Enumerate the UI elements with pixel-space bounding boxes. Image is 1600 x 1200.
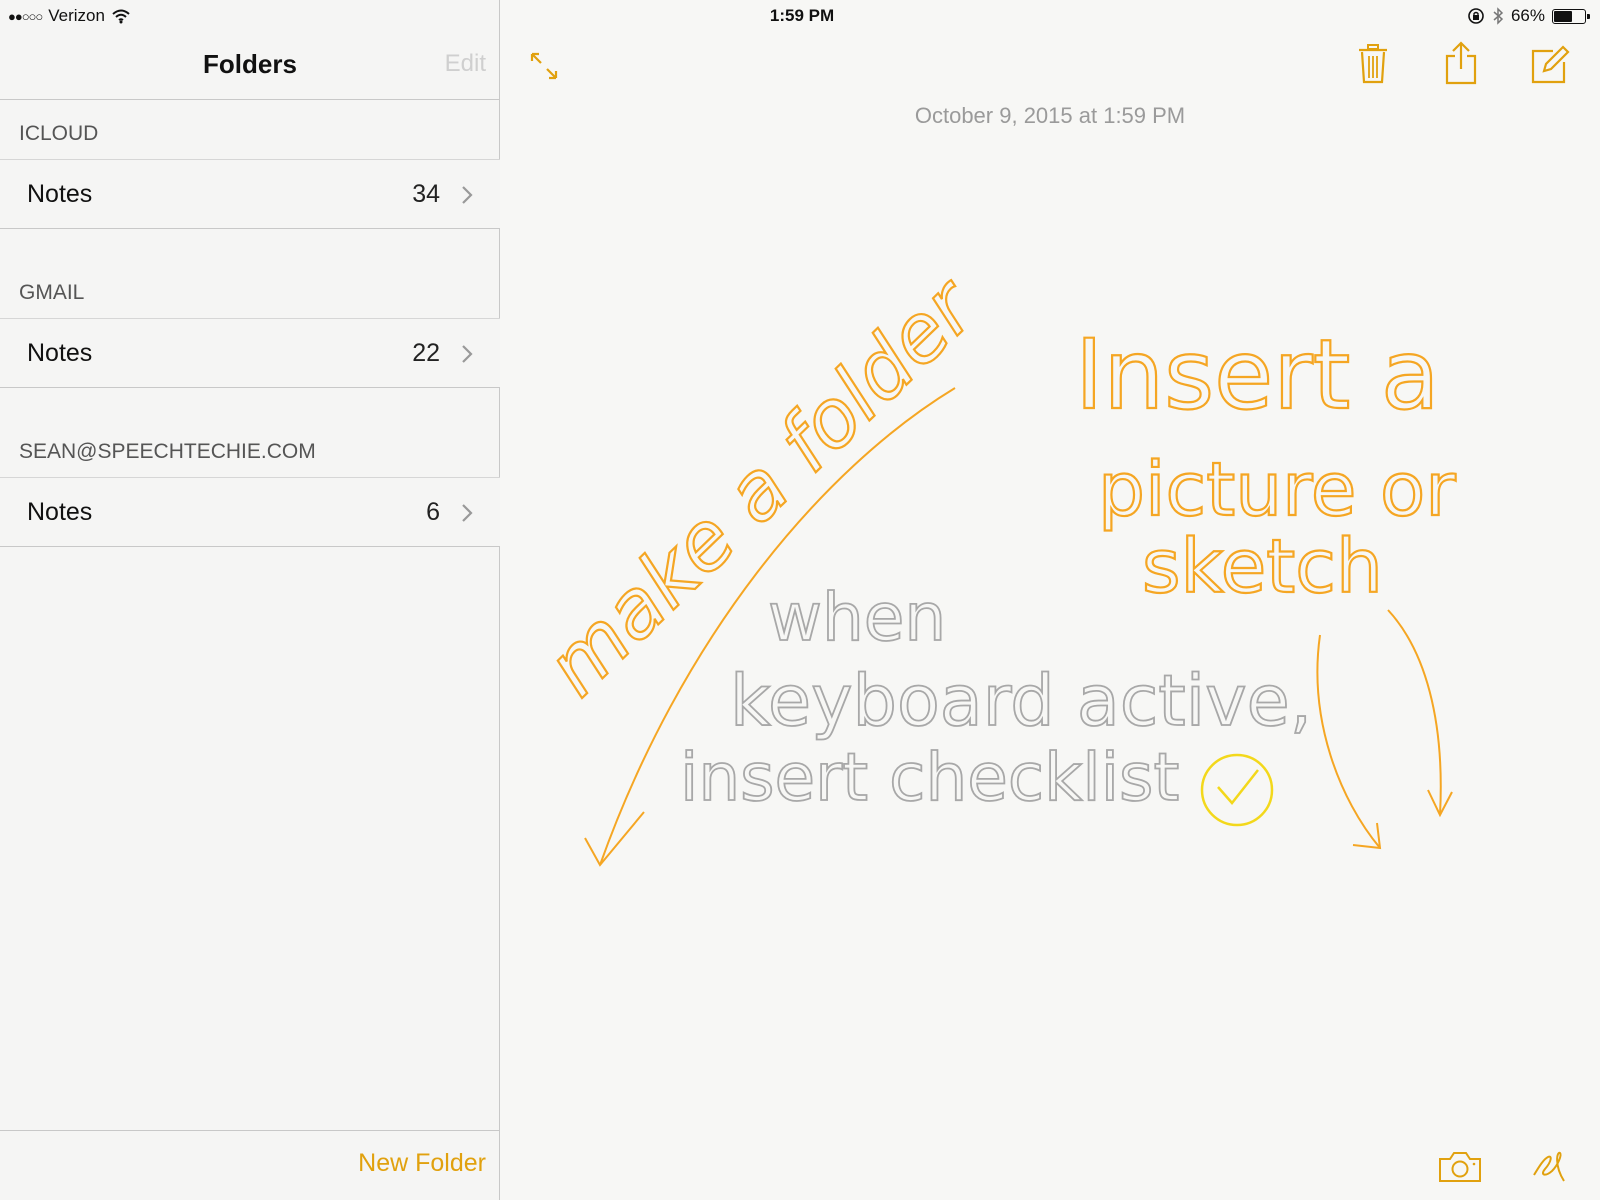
sidebar-footer: New Folder bbox=[0, 1130, 500, 1200]
folder-label: Notes bbox=[27, 180, 93, 208]
checkmark-icon bbox=[1217, 769, 1259, 805]
camera-icon[interactable] bbox=[1437, 1150, 1483, 1184]
folder-count: 22 bbox=[412, 339, 440, 367]
bluetooth-icon bbox=[1493, 7, 1504, 25]
folder-label: Notes bbox=[27, 339, 93, 367]
handwriting-insert-line1: Insert a bbox=[1075, 319, 1440, 431]
sidebar-header: Folders Edit bbox=[0, 32, 500, 100]
battery-icon bbox=[1552, 8, 1590, 24]
folders-sidebar: Folders Edit ICLOUD Notes 34 GMAIL Notes… bbox=[0, 0, 500, 1200]
sidebar-title: Folders bbox=[203, 49, 297, 79]
section-header-speechtechie: SEAN@SPEECHTECHIE.COM bbox=[0, 388, 500, 478]
folder-row-icloud-notes[interactable]: Notes 34 bbox=[0, 160, 500, 229]
battery-tip bbox=[1587, 13, 1590, 19]
handwriting-checklist: insert checklist bbox=[680, 739, 1179, 816]
handwriting-when: when bbox=[768, 579, 946, 656]
folder-label: Notes bbox=[27, 498, 93, 526]
section-header-gmail: GMAIL bbox=[0, 229, 500, 319]
chevron-right-icon bbox=[462, 504, 473, 522]
folder-count: 34 bbox=[412, 180, 440, 208]
battery-level-fill bbox=[1554, 10, 1573, 22]
arrowhead-make-folder bbox=[584, 811, 645, 867]
note-sketch-canvas[interactable]: make a folder Insert a picture or sketch… bbox=[500, 0, 1600, 1200]
rotation-lock-icon bbox=[1468, 8, 1484, 24]
edit-button[interactable]: Edit bbox=[445, 50, 486, 78]
folder-count: 6 bbox=[426, 498, 440, 526]
folder-row-gmail-notes[interactable]: Notes 22 bbox=[0, 319, 500, 388]
new-folder-button[interactable]: New Folder bbox=[358, 1149, 486, 1178]
chevron-right-icon bbox=[462, 345, 473, 363]
section-header-icloud: ICLOUD bbox=[0, 100, 500, 160]
status-time: 1:59 PM bbox=[769, 6, 835, 25]
handwriting-keyboard: keyboard active, bbox=[730, 660, 1312, 742]
arrow-sketch bbox=[1387, 609, 1442, 816]
arrow-camera bbox=[1316, 634, 1381, 849]
folder-row-speechtechie-notes[interactable]: Notes 6 bbox=[0, 478, 500, 547]
checklist-circle-icon bbox=[1200, 753, 1274, 827]
battery-percentage: 66% bbox=[1510, 6, 1545, 25]
handwriting-insert-line3: sketch bbox=[1142, 524, 1383, 610]
sketch-squiggle-icon[interactable] bbox=[1530, 1147, 1570, 1187]
status-right: 66% bbox=[1467, 6, 1590, 26]
status-bar: ●●○○○ Verizon 1:59 PM 66% bbox=[0, 0, 1600, 32]
handwriting-insert-line2: picture or bbox=[1098, 447, 1456, 533]
chevron-right-icon bbox=[462, 186, 473, 204]
